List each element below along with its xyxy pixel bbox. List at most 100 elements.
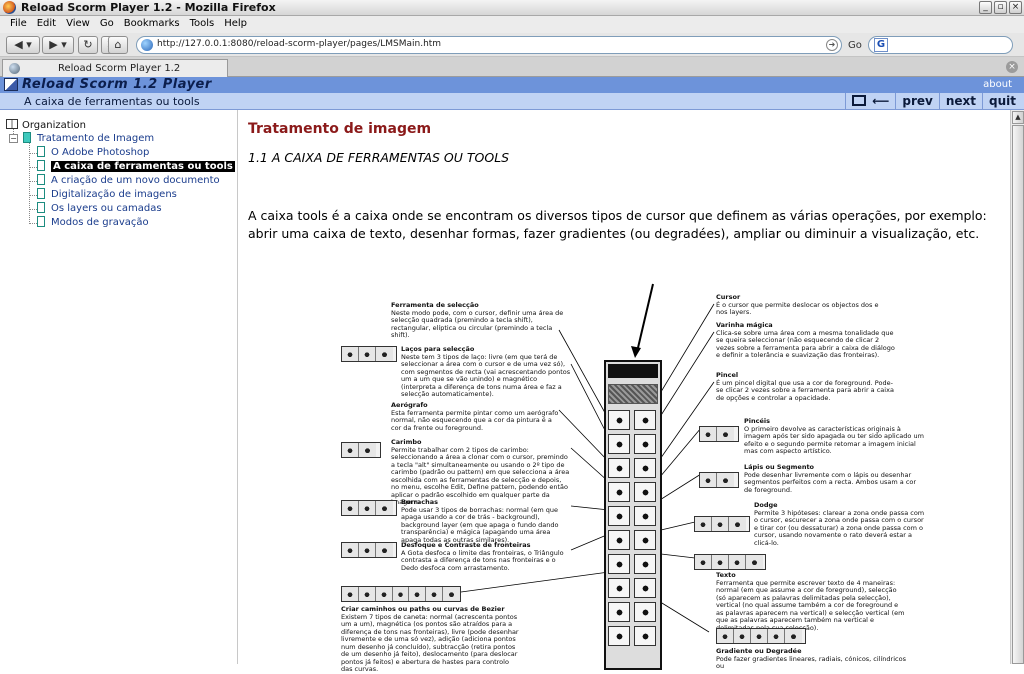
tab-favicon-icon: [9, 63, 20, 74]
window-titlebar: Reload Scorm Player 1.2 - Mozilla Firefo…: [0, 0, 1024, 16]
annotation-dodge: Dodge Permite 3 hipóteses: clarear a zon…: [754, 501, 929, 547]
page-node-icon: [37, 202, 45, 213]
menu-help[interactable]: Help: [220, 16, 253, 33]
tree-item[interactable]: Modos de gravação: [37, 216, 149, 230]
tree-connector: [29, 195, 37, 196]
menu-view[interactable]: View: [62, 16, 96, 33]
home-button[interactable]: ⌂: [108, 36, 128, 54]
photoshop-toolbox: [604, 360, 662, 670]
tree-item[interactable]: Digitalização de imagens: [37, 188, 177, 202]
current-page-title: A caixa de ferramentas ou tools: [24, 95, 200, 108]
menubar: File Edit View Go Bookmarks Tools Help: [0, 16, 1024, 33]
blur-icon: [608, 530, 630, 550]
forward-button[interactable]: ▶ ▾: [42, 36, 74, 54]
tree-item-label: Os layers ou camadas: [51, 203, 162, 214]
menu-bookmarks[interactable]: Bookmarks: [120, 16, 186, 33]
tree-item-label: O Adobe Photoshop: [51, 147, 150, 158]
tree-item-label: A criação de um novo documento: [51, 175, 220, 186]
pencil-icon: [634, 506, 656, 526]
toolbox-titlebar: [608, 364, 658, 378]
about-link[interactable]: about: [983, 79, 1012, 90]
back-arrow-button[interactable]: ⟵: [872, 93, 895, 109]
content-scrollbar[interactable]: ▲: [1010, 110, 1024, 664]
pencil-tools-strip: [699, 472, 739, 488]
go-arrow-icon[interactable]: ➜: [826, 39, 838, 51]
menu-edit[interactable]: Edit: [33, 16, 62, 33]
dodge-icon: [634, 530, 656, 550]
scroll-up-icon[interactable]: ▲: [1012, 111, 1024, 124]
tree-folder[interactable]: Tratamento de Imagem: [23, 132, 154, 146]
prev-button[interactable]: prev: [895, 93, 938, 109]
tab-reload-scorm[interactable]: Reload Scorm Player 1.2: [2, 59, 228, 77]
annotation-text: Pode desenhar livremente com o lápis ou …: [744, 470, 917, 494]
back-button[interactable]: ◀ ▾: [6, 36, 40, 54]
page-node-icon: [37, 188, 45, 199]
page-node-icon: [37, 216, 45, 227]
lesson-heading: Tratamento de imagem: [248, 121, 432, 137]
player-header: Reload Scorm 1.2 Player about: [0, 77, 1024, 93]
close-window-button[interactable]: ×: [1009, 1, 1022, 14]
tree-root[interactable]: Organization: [6, 119, 86, 133]
back-arrow-icon: ◀ ▾: [14, 38, 32, 51]
annotation-type: Texto Ferramenta que permite escrever te…: [716, 571, 906, 632]
stamp-icon: [608, 482, 630, 502]
annotation-text: É o cursor que permite deslocar os objec…: [716, 300, 879, 316]
marquee-tool-icon: [608, 410, 630, 430]
paint-bucket-icon: [608, 602, 630, 622]
collapse-toggle-icon[interactable]: −: [9, 134, 18, 143]
page-node-icon: [37, 174, 45, 185]
navigation-toolbar: ◀ ▾ ▶ ▾ ↻ ✕ http://127.0.0.1:8080/reload…: [0, 33, 1024, 57]
lesson-subheading: 1.1 A CAIXA DE FERRAMENTAS OU TOOLS: [248, 150, 510, 165]
annotation-pencil: Lápis ou Segmento Pode desenhar livremen…: [744, 463, 924, 494]
toolbox-logo: [608, 384, 658, 404]
zoom-icon: [634, 626, 656, 646]
measure-icon: [608, 578, 630, 598]
annotation-cursor: Cursor É o cursor que permite deslocar o…: [716, 293, 881, 317]
player-subheader: A caixa de ferramentas ou tools ⟵ prev n…: [0, 93, 1024, 110]
maximize-button[interactable]: ▫: [994, 1, 1007, 14]
dodge-tools-strip: [694, 516, 750, 532]
folder-node-icon: [23, 132, 31, 143]
close-tab-icon[interactable]: ×: [1006, 61, 1018, 73]
gradient-tools-strip: [716, 628, 806, 644]
menu-go[interactable]: Go: [96, 16, 120, 33]
annotation-brush: Pincel É um pincel digital que usa a cor…: [716, 371, 896, 402]
tree-item-label: Digitalização de imagens: [51, 189, 177, 200]
scroll-thumb[interactable]: [1012, 125, 1024, 664]
annotation-text: Permite 3 hipóteses: clarear a zona onde…: [754, 508, 925, 547]
page-node-icon: [37, 160, 45, 171]
search-box[interactable]: G: [868, 36, 1013, 54]
reload-button[interactable]: ↻: [78, 36, 98, 54]
tree-folder-label: Tratamento de Imagem: [37, 133, 155, 144]
annotation-text: Pode fazer gradientes lineares, radiais,…: [716, 654, 906, 670]
menu-file[interactable]: File: [6, 16, 33, 33]
history-tools-strip: [699, 426, 739, 442]
tree-item[interactable]: Os layers ou camadas: [37, 202, 162, 216]
minimize-button[interactable]: _: [979, 1, 992, 14]
quit-button[interactable]: quit: [982, 93, 1022, 109]
next-button[interactable]: next: [938, 93, 982, 109]
address-url[interactable]: http://127.0.0.1:8080/reload-scorm-playe…: [157, 39, 441, 49]
go-button[interactable]: Go: [848, 40, 862, 51]
tab-label: Reload Scorm Player 1.2: [58, 63, 181, 74]
tree-connector: [29, 167, 37, 168]
tree-item-selected[interactable]: A caixa de ferramentas ou tools: [37, 160, 235, 174]
home-icon: ⌂: [114, 38, 122, 51]
address-bar[interactable]: http://127.0.0.1:8080/reload-scorm-playe…: [136, 36, 842, 54]
move-tool-icon: [634, 410, 656, 430]
toc-toggle-button[interactable]: [845, 93, 872, 109]
forward-arrow-icon: ▶ ▾: [49, 38, 67, 51]
book-icon: [6, 119, 18, 129]
course-tree: Organization − Tratamento de Imagem O Ad…: [0, 110, 238, 664]
airbrush-icon: [608, 458, 630, 478]
toolbox-diagram: Ferramenta de selecção Neste modo pode, …: [339, 282, 939, 673]
annotation-text: É um pincel digital que usa a cor de for…: [716, 378, 894, 402]
menu-tools[interactable]: Tools: [186, 16, 221, 33]
magic-wand-icon: [634, 434, 656, 454]
lesson-paragraph: A caixa tools é a caixa onde se encontra…: [248, 208, 987, 241]
tree-item[interactable]: A criação de um novo documento: [37, 174, 220, 188]
eraser-icon: [608, 506, 630, 526]
annotation-text: Ferramenta que permite escrever texto de…: [716, 578, 905, 632]
tree-item[interactable]: O Adobe Photoshop: [37, 146, 149, 160]
google-engine-icon[interactable]: G: [874, 38, 888, 52]
